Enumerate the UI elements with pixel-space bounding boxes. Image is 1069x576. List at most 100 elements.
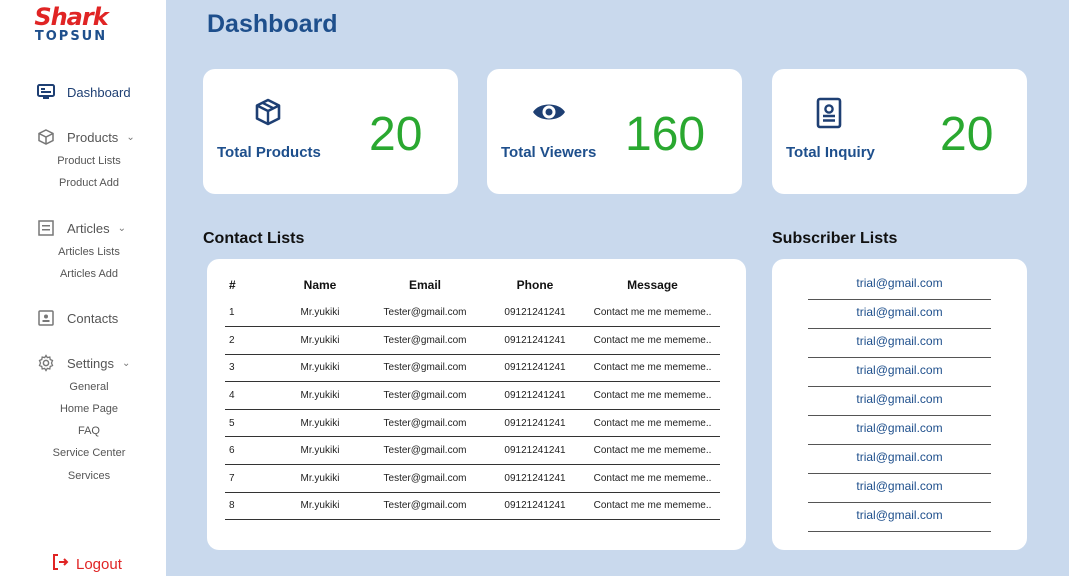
sidebar-item-contacts[interactable]: Contacts [37, 307, 118, 329]
table-header-row: # Name Email Phone Message [225, 271, 720, 299]
table-cell: 09121241241 [485, 354, 585, 383]
clipboard-user-icon [816, 97, 846, 129]
sidebar-subitem-product-add[interactable]: Product Add [0, 177, 178, 189]
table-cell: Contact me me mememe.. [585, 326, 720, 355]
subscriber-email: trial@gmail.com [808, 416, 991, 445]
sidebar-subitem-faq[interactable]: FAQ [0, 425, 178, 437]
subscriber-email: trial@gmail.com [808, 300, 991, 329]
sidebar-item-products[interactable]: Products ⌄ [37, 126, 135, 148]
box-icon [37, 128, 55, 146]
table-cell: Contact me me mememe.. [585, 436, 720, 466]
table-row[interactable]: 8 Mr.yukiki Tester@gmail.com 09121241241 Con… [225, 492, 720, 521]
column-header: Message [627, 278, 678, 292]
card-value: 20 [940, 108, 994, 161]
sidebar-subitem-articles-lists[interactable]: Articles Lists [0, 246, 178, 258]
eye-icon [531, 97, 567, 127]
subscriber-lists-panel: trial@gmail.com trial@gmail.com trial@gmai… [772, 259, 1027, 550]
table-cell: Mr.yukiki [275, 464, 365, 493]
card-value: 20 [369, 108, 423, 161]
table-cell: 4 [225, 381, 275, 410]
table-cell: 2 [225, 326, 275, 355]
logout-label: Logout [76, 556, 122, 573]
table-cell: 09121241241 [485, 492, 585, 521]
table-cell: 09121241241 [485, 326, 585, 355]
table-cell: 7 [225, 464, 275, 493]
card-label: Total Products [217, 144, 321, 161]
table-cell: Mr.yukiki [275, 299, 365, 328]
subscriber-email: trial@gmail.com [808, 329, 991, 358]
table-row[interactable]: 1 Mr.yukiki Tester@gmail.com 09121241241 Con… [225, 299, 720, 328]
stat-card-total-inquiry: Total Inquiry 20 [772, 69, 1027, 194]
page-title: Dashboard [207, 10, 338, 38]
logout-button[interactable]: Logout [52, 553, 122, 576]
table-cell: Contact me me mememe.. [585, 409, 720, 438]
table-cell: Mr.yukiki [275, 492, 365, 521]
table-cell: 1 [225, 299, 275, 328]
contacts-table: # Name Email Phone Message 1 Mr.yukiki Tes… [225, 271, 720, 521]
table-row[interactable]: 2 Mr.yukiki Tester@gmail.com 09121241241 Con… [225, 326, 720, 355]
sidebar-item-label: Products [67, 129, 119, 145]
subscriber-lists-title: Subscriber Lists [772, 230, 898, 247]
column-header: Name [303, 278, 337, 292]
table-cell: Tester@gmail.com [365, 299, 485, 328]
table-row[interactable]: 5 Mr.yukiki Tester@gmail.com 09121241241 Con… [225, 409, 720, 438]
contact-card-icon [37, 309, 55, 327]
sidebar-subitem-articles-add[interactable]: Articles Add [0, 268, 178, 280]
column-header: Email [408, 278, 441, 292]
table-cell: 5 [225, 409, 275, 438]
chevron-down-icon[interactable]: ⌄ [122, 358, 130, 369]
table-cell: 3 [225, 354, 275, 383]
gear-icon [37, 354, 55, 372]
sidebar-subitem-general[interactable]: General [0, 381, 178, 393]
table-row[interactable]: 6 Mr.yukiki Tester@gmail.com 09121241241 Con… [225, 436, 720, 466]
table-cell: Mr.yukiki [275, 381, 365, 410]
brand-logo[interactable]: Shark TOPSUN [34, 4, 144, 44]
table-cell: Mr.yukiki [275, 409, 365, 438]
table-row[interactable]: 4 Mr.yukiki Tester@gmail.com 09121241241 Con… [225, 381, 720, 410]
table-cell: 09121241241 [485, 299, 585, 328]
sidebar-item-label: Articles [67, 220, 110, 236]
table-cell: Tester@gmail.com [365, 436, 485, 466]
card-label: Total Inquiry [786, 144, 875, 161]
chevron-down-icon[interactable]: ⌄ [126, 132, 134, 143]
table-cell: Tester@gmail.com [365, 381, 485, 410]
table-cell: Mr.yukiki [275, 354, 365, 383]
sidebar-item-settings[interactable]: Settings ⌄ [37, 352, 130, 374]
subscriber-email: trial@gmail.com [808, 387, 991, 416]
sidebar-subitem-services[interactable]: Services [0, 470, 178, 482]
sidebar-item-label: Contacts [67, 310, 119, 326]
table-cell: Contact me me mememe.. [585, 492, 720, 521]
stat-card-total-products: Total Products 20 [203, 69, 458, 194]
sidebar-subitem-home-page[interactable]: Home Page [0, 403, 178, 415]
subscriber-email: trial@gmail.com [808, 474, 991, 503]
table-cell: Tester@gmail.com [365, 354, 485, 383]
table-row[interactable]: 7 Mr.yukiki Tester@gmail.com 09121241241 Con… [225, 464, 720, 493]
table-cell: Tester@gmail.com [365, 464, 485, 493]
logo-main-text: Shark [34, 3, 108, 31]
card-value: 160 [625, 108, 706, 161]
sidebar-subitem-product-lists[interactable]: Product Lists [0, 155, 178, 167]
table-cell: Tester@gmail.com [365, 409, 485, 438]
table-cell: Contact me me mememe.. [585, 299, 720, 328]
column-header: # [229, 278, 236, 292]
table-row[interactable]: 3 Mr.yukiki Tester@gmail.com 09121241241 Con… [225, 354, 720, 383]
chevron-down-icon[interactable]: ⌄ [118, 223, 126, 234]
table-cell: 8 [225, 492, 275, 521]
table-cell: 09121241241 [485, 381, 585, 410]
subscriber-email: trial@gmail.com [808, 503, 991, 532]
sidebar-subitem-service-center[interactable]: Service Center [0, 447, 178, 459]
table-cell: Tester@gmail.com [365, 326, 485, 355]
sidebar-item-label: Dashboard [67, 84, 131, 100]
table-cell: 09121241241 [485, 464, 585, 493]
sidebar-item-dashboard[interactable]: Dashboard [37, 81, 131, 103]
table-cell: Tester@gmail.com [365, 492, 485, 521]
column-header: Phone [516, 278, 554, 292]
table-cell: Mr.yukiki [275, 326, 365, 355]
card-label: Total Viewers [501, 144, 597, 161]
table-cell: Contact me me mememe.. [585, 464, 720, 493]
table-cell: 6 [225, 436, 275, 466]
sidebar-item-articles[interactable]: Articles ⌄ [37, 217, 126, 239]
article-icon [37, 219, 55, 237]
table-cell: Contact me me mememe.. [585, 381, 720, 410]
stat-card-total-viewers: Total Viewers 160 [487, 69, 742, 194]
